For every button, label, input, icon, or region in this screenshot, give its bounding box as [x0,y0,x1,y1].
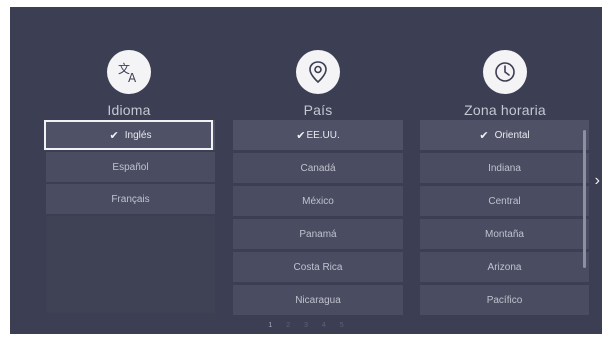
location-pin-icon [296,50,340,94]
page-dot-3: 3 [304,322,308,329]
clock-icon [483,50,527,94]
timezone-option-label: Oriental [494,129,530,141]
timezone-option-pacifico[interactable]: Pacífico [420,285,589,315]
page-dot-4: 4 [321,322,326,329]
timezone-option-label: Arizona [487,261,522,273]
page-dot-1: 1 [268,322,273,329]
country-option-canada[interactable]: Canadá [233,153,403,183]
country-title: País [303,102,333,118]
country-option-label: EE.UU. [306,129,340,141]
setup-screen: 文 A Idioma ✔ Inglés Español Français Paí… [10,7,602,334]
timezone-option-label: Central [488,195,521,207]
timezone-option-label: Pacífico [486,294,523,306]
country-option-costa-rica[interactable]: Costa Rica [233,252,403,282]
timezone-option-label: Montaña [485,228,524,240]
language-title: Idioma [107,102,151,118]
country-option-nicaragua[interactable]: Nicaragua [233,285,403,315]
timezone-scrollbar[interactable] [583,130,586,268]
country-list: ✔ EE.UU. Canadá México Panamá Costa Rica… [233,120,403,316]
timezone-title: Zona horaria [464,102,546,118]
timezone-option-label: Indiana [488,162,521,174]
language-column-header: 文 A Idioma [46,50,212,118]
page-indicator: 1 2 3 4 5 [10,322,602,334]
country-column-header: País [233,50,403,118]
country-option-mexico[interactable]: México [233,186,403,216]
timezone-option-oriental[interactable]: ✔ Oriental [420,120,589,150]
language-option-label: Français [111,193,150,205]
next-arrow-icon[interactable]: › [595,173,600,189]
country-option-panama[interactable]: Panamá [233,219,403,249]
empty-list-area [46,216,215,313]
page-dot-5: 5 [339,322,344,329]
language-option-espanol[interactable]: Español [46,152,215,182]
country-option-eeuu[interactable]: ✔ EE.UU. [233,120,403,150]
page-dot-2: 2 [286,322,291,329]
timezone-column-header: Zona horaria [420,50,590,118]
check-icon: ✔ [296,129,306,142]
country-option-label: Costa Rica [293,261,343,273]
timezone-list: ✔ Oriental Indiana Central Montaña Arizo… [420,120,589,316]
timezone-option-arizona[interactable]: Arizona [420,252,589,282]
check-icon: ✔ [479,129,489,142]
country-option-label: Panamá [299,228,337,240]
svg-text:A: A [128,71,137,85]
language-option-label: Español [112,161,149,173]
country-option-label: Canadá [300,162,336,174]
timezone-option-central[interactable]: Central [420,186,589,216]
timezone-option-montana[interactable]: Montaña [420,219,589,249]
timezone-option-indiana[interactable]: Indiana [420,153,589,183]
country-option-label: Nicaragua [295,294,341,306]
translate-icon: 文 A [107,50,151,94]
country-option-label: México [302,195,334,207]
language-option-francais[interactable]: Français [46,184,215,214]
focus-highlight [44,120,213,150]
